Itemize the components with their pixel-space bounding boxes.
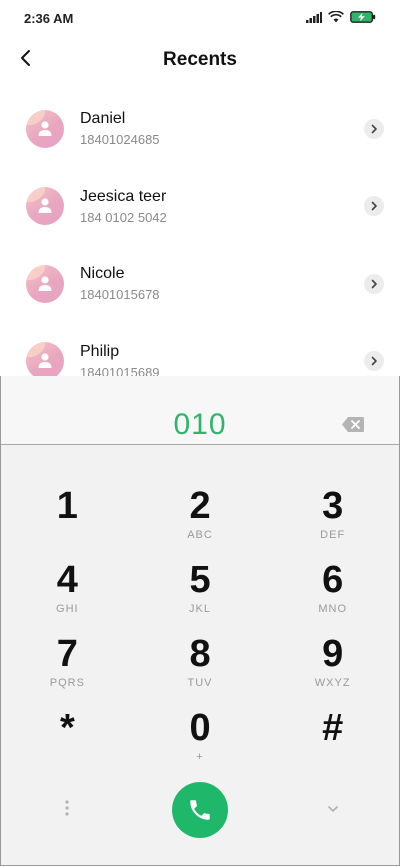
chevron-right-icon <box>371 356 377 366</box>
keypad: 1 2 ABC 3 DEF 4 GHI 5 JKL 6 MNO 7 PQRS 8… <box>1 486 399 782</box>
person-icon <box>38 276 52 291</box>
contact-detail-button[interactable] <box>364 196 384 217</box>
key-3[interactable]: 3 DEF <box>266 486 399 560</box>
key-2[interactable]: 2 ABC <box>134 486 267 560</box>
dialer-panel: 010 1 2 ABC 3 DEF 4 GHI 5 JKL 6 MNO 7 PQ… <box>0 376 400 866</box>
key-6[interactable]: 6 MNO <box>266 560 399 634</box>
recents-list: Daniel 18401024685 Jeesica teer 184 0102 <box>0 90 400 376</box>
backspace-icon <box>342 417 364 432</box>
key-0[interactable]: 0 + <box>134 708 267 782</box>
key-digit: 0 <box>189 707 211 749</box>
avatar <box>26 187 64 226</box>
key-star[interactable]: * <box>1 708 134 782</box>
chevron-left-icon <box>19 49 33 72</box>
key-digit: 1 <box>56 485 78 527</box>
recent-call-row[interactable]: Nicole 18401015678 <box>0 245 400 323</box>
contact-number: 184 0102 5042 <box>80 209 167 225</box>
contact-number: 18401024685 <box>80 132 160 148</box>
key-digit: # <box>322 707 344 749</box>
backspace-button[interactable] <box>341 416 369 436</box>
back-button[interactable] <box>8 42 44 78</box>
contact-number: 18401015678 <box>80 287 160 303</box>
header: Recents <box>0 40 400 80</box>
key-5[interactable]: 5 JKL <box>134 560 267 634</box>
key-letters: DEF <box>320 529 346 541</box>
key-letters: MNO <box>318 603 348 615</box>
key-letters: GHI <box>56 603 79 615</box>
key-letters: TUV <box>187 677 213 689</box>
key-4[interactable]: 4 GHI <box>1 560 134 634</box>
key-9[interactable]: 9 WXYZ <box>266 634 399 708</box>
key-7[interactable]: 7 PQRS <box>1 634 134 708</box>
chevron-right-icon <box>371 279 377 289</box>
key-digit: * <box>59 707 75 749</box>
recent-call-row[interactable]: Philip 18401015689 <box>0 323 400 376</box>
avatar <box>26 342 64 376</box>
page-title: Recents <box>163 49 237 70</box>
key-digit: 6 <box>322 559 344 601</box>
contact-name: Daniel <box>80 110 126 128</box>
phone-icon <box>190 800 210 820</box>
person-icon <box>38 198 52 214</box>
key-letters: ABC <box>187 529 213 541</box>
key-digit: 2 <box>189 485 211 527</box>
contact-name: Nicole <box>80 265 125 283</box>
contact-detail-button[interactable] <box>364 351 384 372</box>
call-button[interactable] <box>172 782 228 838</box>
status-icons <box>306 10 376 26</box>
status-time: 2:36 AM <box>24 10 74 26</box>
chevron-right-icon <box>371 124 377 134</box>
collapse-keypad-icon[interactable] <box>326 801 340 819</box>
key-hash[interactable]: # <box>266 708 399 782</box>
contact-detail-button[interactable] <box>364 273 384 294</box>
recent-call-row[interactable]: Jeesica teer 184 0102 5042 <box>0 168 400 246</box>
status-bar: 2:36 AM <box>0 0 400 36</box>
key-letters: WXYZ <box>314 677 351 689</box>
key-letters: + <box>196 751 204 763</box>
person-icon <box>38 121 52 136</box>
wifi-icon <box>328 10 344 26</box>
phone-screen: 2:36 AM Recents Daniel 18401024685 Jeesi… <box>0 0 400 866</box>
contact-number: 18401015689 <box>80 364 160 376</box>
key-digit: 7 <box>56 633 78 675</box>
dialer-actions <box>1 780 399 840</box>
key-digit: 4 <box>56 559 78 601</box>
avatar <box>26 264 64 303</box>
key-1[interactable]: 1 <box>1 486 134 560</box>
key-letters: PQRS <box>49 677 85 689</box>
key-8[interactable]: 8 TUV <box>134 634 267 708</box>
chevron-right-icon <box>371 201 377 211</box>
dialed-number[interactable]: 010 <box>1 408 399 442</box>
key-digit: 5 <box>189 559 211 601</box>
battery-charging-icon <box>350 10 376 26</box>
avatar <box>26 109 64 148</box>
contact-name: Jeesica teer <box>80 187 167 205</box>
person-icon <box>38 353 52 369</box>
key-letters: JKL <box>189 603 211 615</box>
more-options-icon[interactable] <box>64 799 70 822</box>
contact-detail-button[interactable] <box>364 118 384 139</box>
dialer-display: 010 <box>1 376 399 445</box>
recent-call-row[interactable]: Daniel 18401024685 <box>0 90 400 168</box>
contact-name: Philip <box>80 342 120 360</box>
signal-icon <box>306 11 322 26</box>
key-digit: 3 <box>322 485 344 527</box>
key-digit: 8 <box>189 633 211 675</box>
key-digit: 9 <box>322 633 344 675</box>
